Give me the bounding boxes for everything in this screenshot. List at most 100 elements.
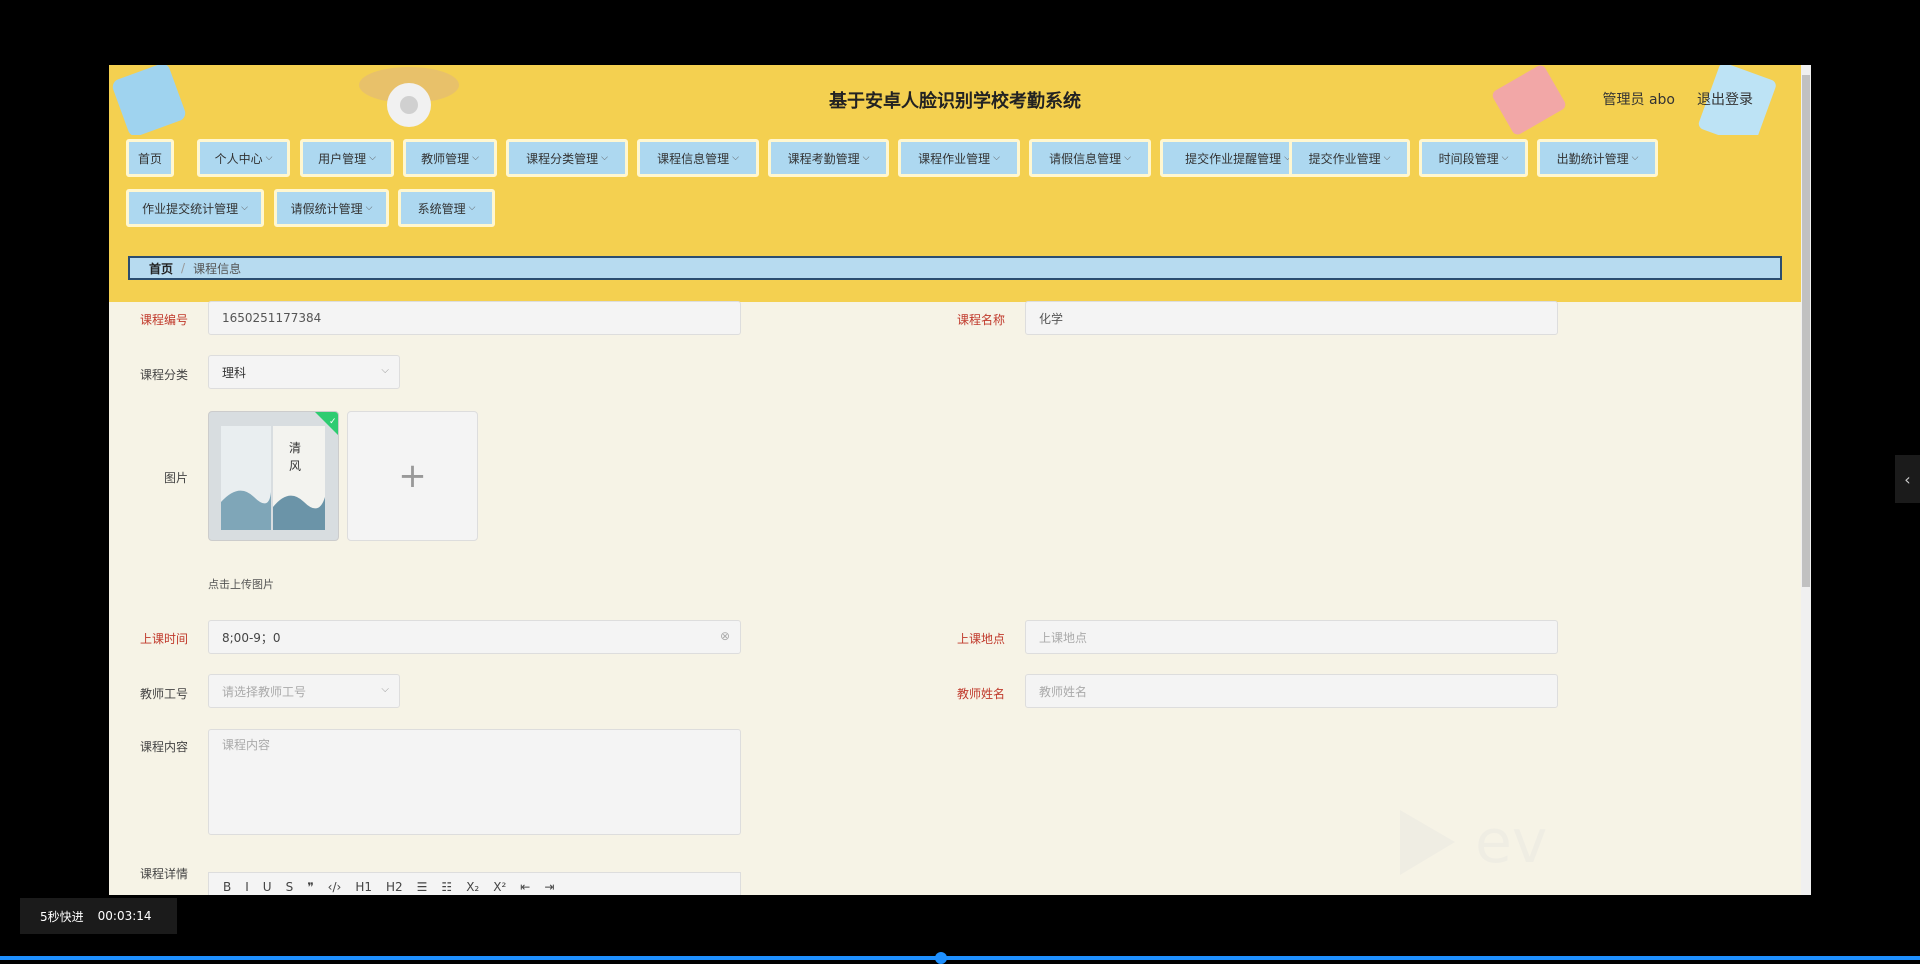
content-textarea[interactable]: 课程内容: [208, 729, 741, 835]
nav-item-label: 教师管理: [421, 151, 470, 166]
nav-item-label: 用户管理: [318, 151, 367, 166]
nav-item-3[interactable]: 教师管理 ⌵: [403, 139, 497, 177]
player-progress-bar[interactable]: [0, 956, 1920, 960]
editor-tool-0[interactable]: B: [223, 880, 231, 894]
chevron-down-icon: ⌵: [732, 153, 739, 163]
chevron-down-icon: ⌵: [1501, 153, 1509, 163]
editor-tool-3[interactable]: S: [286, 880, 294, 894]
nav-item-label: 个人中心: [214, 151, 263, 166]
chevron-left-icon: ‹: [1904, 469, 1911, 489]
add-image-button[interactable]: +: [347, 411, 478, 541]
course-name-label: 课程名称: [956, 313, 1005, 327]
nav-item-label: 作业提交统计管理: [142, 201, 239, 216]
chevron-down-icon: ⌵: [381, 684, 389, 695]
nav-item-10[interactable]: 提交作业管理 ⌵: [1289, 139, 1410, 177]
nav-item-15[interactable]: 系统管理 ⌵: [398, 189, 495, 227]
teacher-name-input[interactable]: 教师姓名: [1025, 674, 1558, 708]
nav-item-label: 提交作业管理: [1308, 151, 1381, 166]
editor-tool-5[interactable]: ‹/›: [328, 880, 342, 894]
svg-text:ev: ev: [1475, 807, 1547, 877]
class-place-label: 上课地点: [956, 632, 1005, 646]
nav-item-label: 时间段管理: [1438, 151, 1499, 166]
chevron-down-icon: ⌵: [468, 203, 476, 213]
nav-item-1[interactable]: 个人中心 ⌵: [197, 139, 290, 177]
teacher-no-label: 教师工号: [139, 687, 188, 701]
nav-item-label: 课程作业管理: [918, 151, 991, 166]
course-no-input[interactable]: 1650251177384: [208, 301, 741, 335]
category-label: 课程分类: [139, 368, 188, 382]
chevron-down-icon: ⌵: [1383, 153, 1391, 163]
admin-user-label: 管理员 abo: [1602, 92, 1675, 108]
nav-item-label: 系统管理: [417, 201, 466, 216]
editor-tool-1[interactable]: I: [245, 880, 249, 894]
nav-item-8[interactable]: 请假信息管理 ⌵: [1029, 139, 1151, 177]
player-time: 00:03:14: [97, 909, 152, 923]
chevron-down-icon: ⌵: [993, 153, 1000, 163]
nav-item-label: 课程考勤管理: [787, 151, 860, 166]
watermark-logo: ev: [1400, 807, 1547, 877]
player-speed-box: 5秒快进 00:03:14: [20, 898, 177, 934]
breadcrumb-home[interactable]: 首页: [149, 260, 173, 277]
chevron-down-icon: ⌵: [601, 153, 608, 163]
nav-item-12[interactable]: 出勤统计管理 ⌵: [1537, 139, 1658, 177]
content-label: 课程内容: [139, 740, 188, 754]
nav-item-6[interactable]: 课程考勤管理 ⌵: [768, 139, 889, 177]
editor-tool-6[interactable]: H1: [355, 880, 372, 894]
category-select[interactable]: 理科 ⌵: [208, 355, 400, 389]
nav-item-13[interactable]: 作业提交统计管理 ⌵: [126, 189, 264, 227]
scrollbar-thumb[interactable]: [1802, 75, 1810, 587]
editor-tool-2[interactable]: U: [263, 880, 272, 894]
nav-item-label: 课程分类管理: [526, 151, 599, 166]
plus-icon: +: [398, 456, 427, 496]
editor-tool-12[interactable]: ⇤: [520, 880, 530, 894]
header: 基于安卓人脸识别学校考勤系统 管理员 abo 退出登录: [109, 65, 1801, 135]
editor-toolbar: B I U S ❞ ‹/› H1 H2 ☰ ☷ X₂ X² ⇤ ⇥: [208, 872, 741, 895]
nav-item-11[interactable]: 时间段管理 ⌵: [1419, 139, 1528, 177]
class-time-label: 上课时间: [139, 632, 188, 646]
nav-item-label: 请假信息管理: [1049, 151, 1122, 166]
chevron-down-icon: ⌵: [1124, 153, 1131, 163]
player-progress-knob[interactable]: [934, 952, 947, 964]
nav-item-4[interactable]: 课程分类管理 ⌵: [506, 139, 628, 177]
upload-hint: 点击上传图片: [208, 578, 274, 591]
nav-item-7[interactable]: 课程作业管理 ⌵: [898, 139, 1020, 177]
svg-text:✓: ✓: [329, 417, 337, 427]
class-time-input[interactable]: 8;00-9；0 ⊗: [208, 620, 741, 654]
scrollbar[interactable]: [1801, 65, 1811, 895]
app-title: 基于安卓人脸识别学校考勤系统: [829, 91, 1081, 112]
editor-tool-13[interactable]: ⇥: [544, 880, 554, 894]
category-value: 理科: [222, 365, 247, 380]
nav-item-label: 提交作业提醒管理: [1185, 151, 1282, 166]
teacher-name-label: 教师姓名: [956, 687, 1005, 701]
editor-tool-9[interactable]: ☷: [441, 880, 452, 894]
editor-tool-7[interactable]: H2: [386, 880, 403, 894]
chevron-down-icon: ⌵: [365, 203, 373, 213]
user-area: 管理员 abo 退出登录: [1603, 89, 1753, 109]
class-place-input[interactable]: 上课地点: [1025, 620, 1558, 654]
svg-text:风: 风: [289, 459, 301, 473]
class-time-value: 8;00-9；0: [222, 630, 281, 645]
nav-item-2[interactable]: 用户管理 ⌵: [300, 139, 394, 177]
chevron-down-icon: ⌵: [241, 203, 248, 213]
editor-tool-10[interactable]: X₂: [466, 880, 479, 894]
uploaded-image-thumbnail[interactable]: 清 风 ✓: [208, 411, 339, 541]
speed-label[interactable]: 5秒快进: [40, 908, 84, 925]
logout-link[interactable]: 退出登录: [1697, 89, 1753, 109]
image-label: 图片: [163, 471, 188, 485]
editor-tool-11[interactable]: X²: [493, 880, 506, 894]
clear-icon[interactable]: ⊗: [720, 629, 730, 643]
chevron-down-icon: ⌵: [381, 365, 389, 376]
nav-item-label: 请假统计管理: [290, 201, 363, 216]
chevron-down-icon: ⌵: [369, 153, 376, 163]
editor-tool-4[interactable]: ❞: [307, 880, 313, 894]
editor-tool-8[interactable]: ☰: [417, 880, 428, 894]
side-collapse-tab[interactable]: ‹: [1895, 455, 1920, 503]
nav-item-14[interactable]: 请假统计管理 ⌵: [274, 189, 389, 227]
nav-item-5[interactable]: 课程信息管理 ⌵: [637, 139, 759, 177]
app-window: 基于安卓人脸识别学校考勤系统 管理员 abo 退出登录 首页 个人中心 ⌵ 用户管理 ⌵…: [109, 65, 1811, 895]
course-name-input[interactable]: 化学: [1025, 301, 1558, 335]
nav-item-0[interactable]: 首页: [126, 139, 174, 177]
teacher-no-select[interactable]: 请选择教师工号 ⌵: [208, 674, 400, 708]
chevron-down-icon: ⌵: [1631, 153, 1639, 163]
teacher-no-placeholder: 请选择教师工号: [222, 684, 307, 699]
